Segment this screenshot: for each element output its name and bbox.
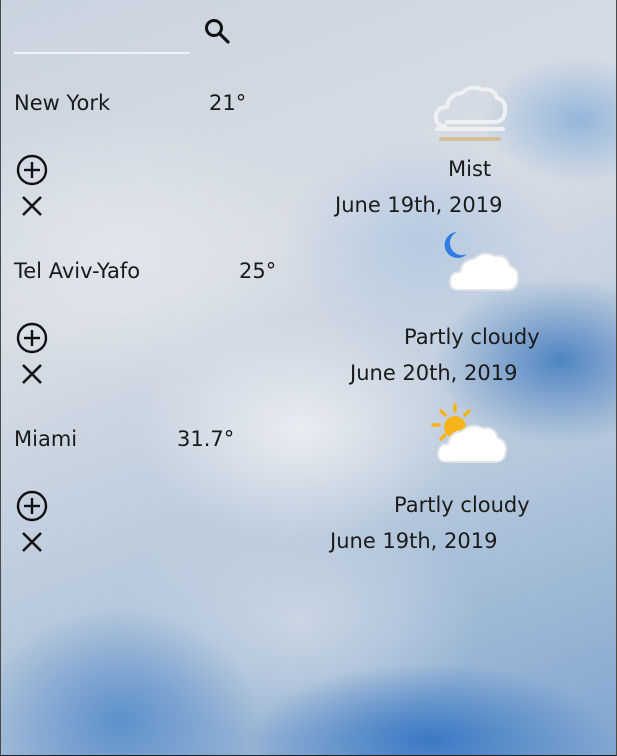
city-name: Miami <box>14 427 78 451</box>
close-icon <box>22 364 42 384</box>
add-circle-icon <box>16 490 48 522</box>
forecast-date: June 19th, 2019 <box>335 193 503 217</box>
forecast-date: June 19th, 2019 <box>330 529 498 553</box>
add-favorite-button[interactable] <box>15 321 49 355</box>
city-temperature: 25° <box>239 259 277 283</box>
close-icon <box>22 532 42 552</box>
partly-cloudy-night-icon <box>444 232 520 291</box>
city-card-miami: Miami 31.7° Partly cloudy June 19th, 201… <box>1 0 617 553</box>
remove-city-button[interactable] <box>19 529 45 555</box>
remove-city-button[interactable] <box>19 361 45 387</box>
close-icon <box>22 196 42 216</box>
weather-condition: Partly cloudy <box>394 493 530 517</box>
add-circle-icon <box>16 322 48 354</box>
weather-condition: Partly cloudy <box>404 325 540 349</box>
city-temperature: 31.7° <box>177 427 235 451</box>
partly-cloudy-day-icon <box>431 403 508 463</box>
city-name: Tel Aviv-Yafo <box>14 259 141 283</box>
forecast-date: June 20th, 2019 <box>350 361 518 385</box>
add-favorite-button[interactable] <box>15 489 49 523</box>
remove-city-button[interactable] <box>19 193 45 219</box>
